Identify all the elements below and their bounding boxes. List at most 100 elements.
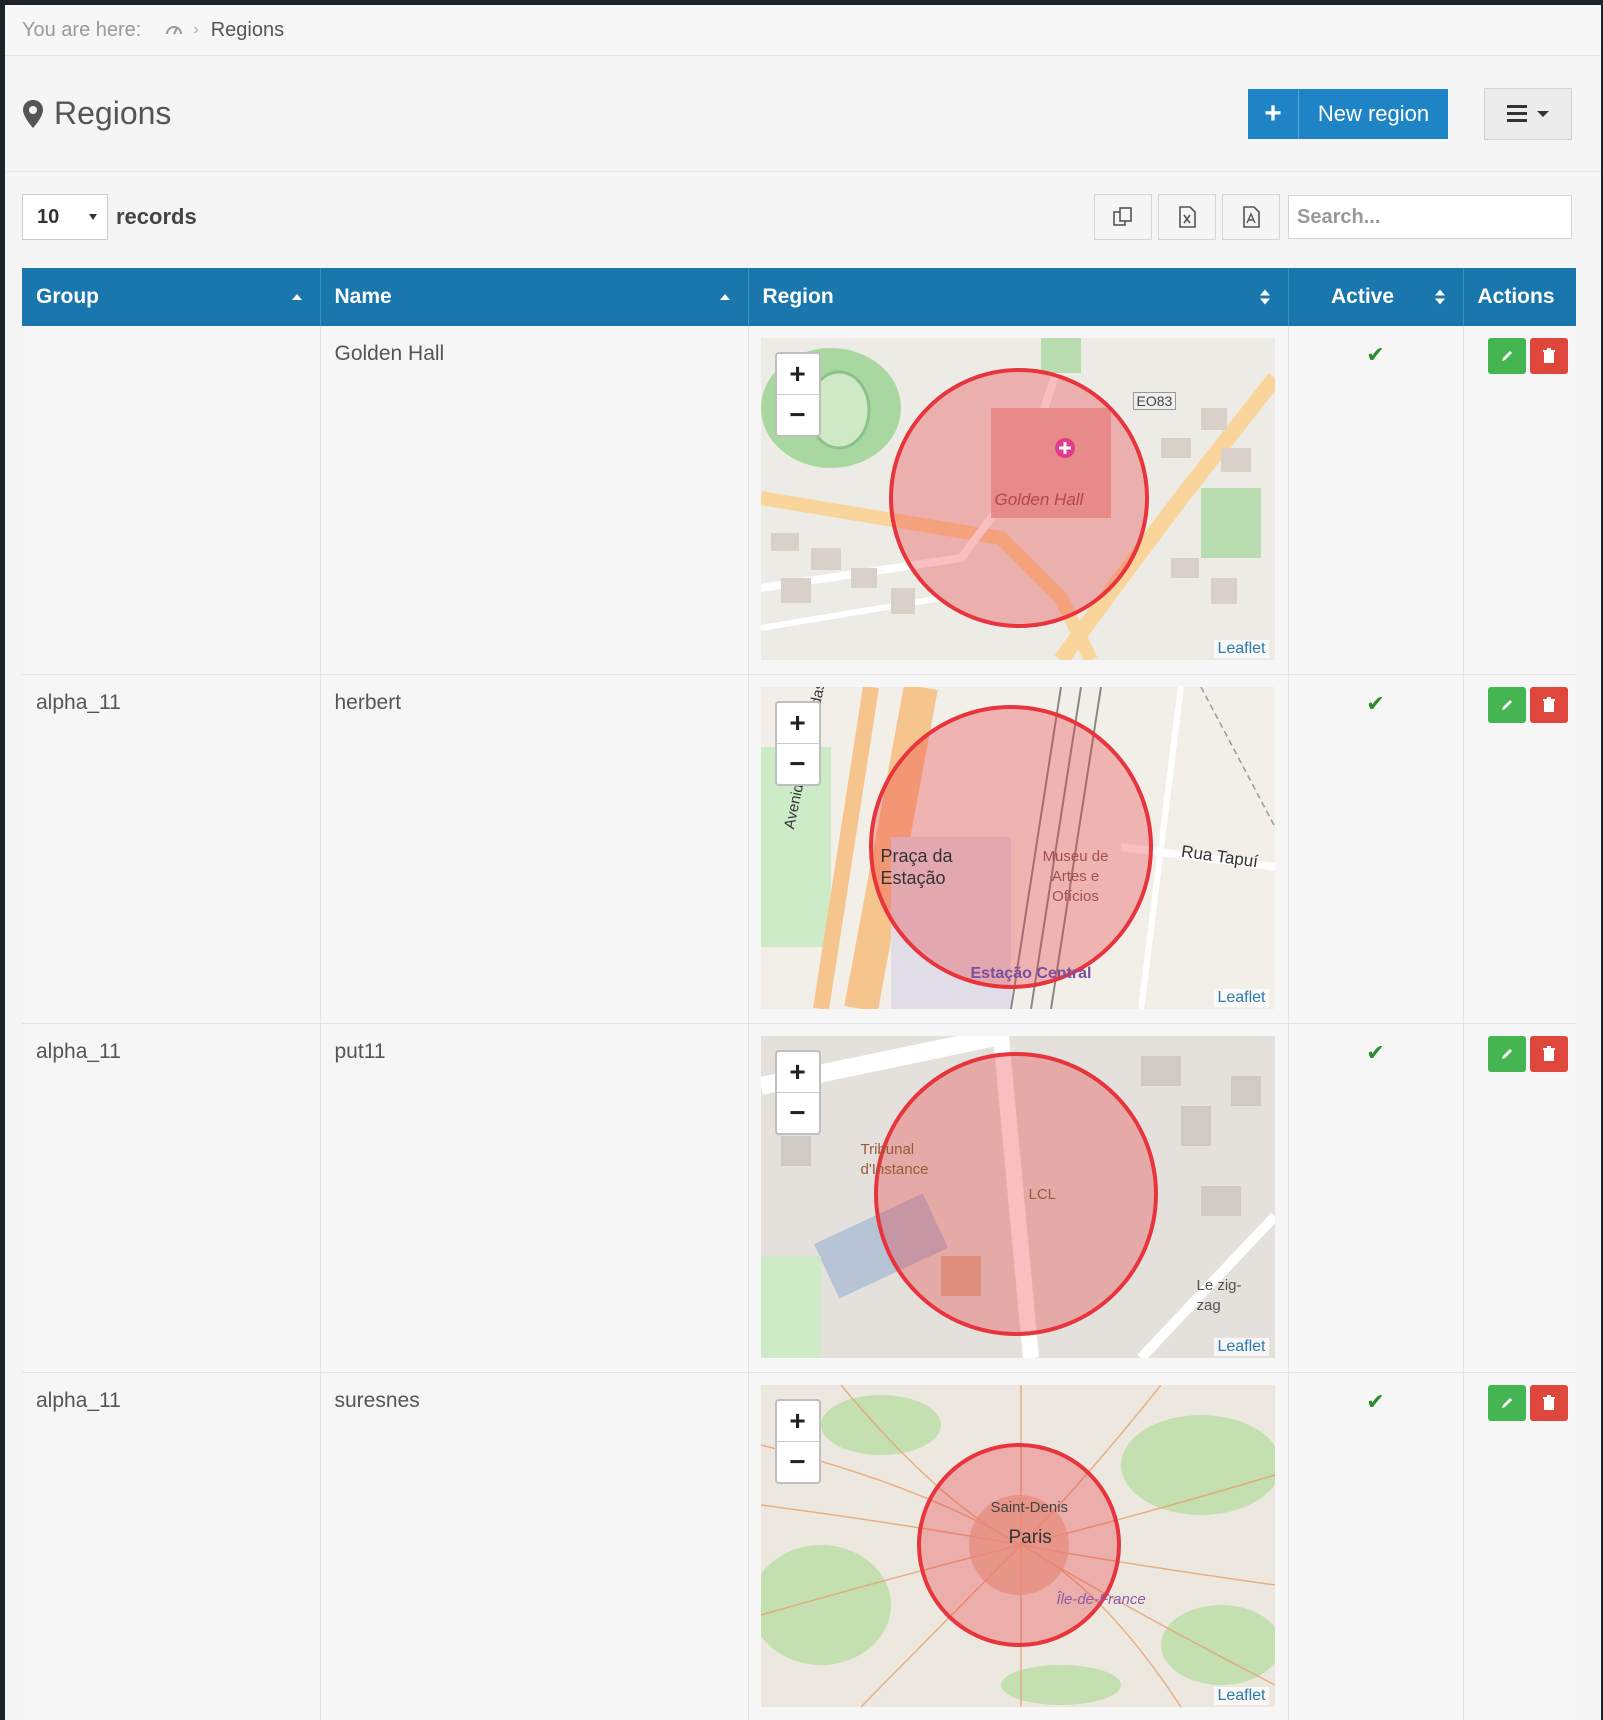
trash-icon <box>1542 1046 1555 1061</box>
column-header-label: Region <box>762 285 834 308</box>
zoom-out-button[interactable]: − <box>777 1093 819 1133</box>
trash-icon <box>1542 348 1555 363</box>
map-attribution[interactable]: Leaflet <box>1214 1687 1269 1705</box>
map-zoom-control: + − <box>774 352 821 437</box>
map-zoom-control: + − <box>774 701 821 786</box>
map-label: Tribunal d'Instance <box>860 1141 929 1178</box>
sort-asc-icon <box>719 294 730 300</box>
excel-export-button[interactable] <box>1158 194 1216 240</box>
page-size-select[interactable]: 10 <box>22 194 108 240</box>
copy-button[interactable] <box>1094 194 1152 240</box>
cell-name: suresnes <box>334 1389 420 1412</box>
region-map[interactable]: Tribunal d'Instance LCL Le zig-zag + − Le… <box>760 1036 1275 1358</box>
sort-both-icon <box>1259 289 1270 305</box>
zoom-in-button[interactable]: + <box>776 1401 819 1442</box>
check-icon: ✔ <box>1366 1040 1385 1065</box>
map-attribution[interactable]: Leaflet <box>1214 989 1269 1007</box>
cell-group: alpha_11 <box>36 1040 121 1063</box>
map-label: Praça da Estação <box>880 846 953 888</box>
map-zoom-control: + − <box>774 1050 821 1135</box>
map-marker-icon <box>23 99 43 128</box>
column-header-label: Group <box>36 285 99 308</box>
column-header-label: Actions <box>1477 285 1555 308</box>
page-title-text: Regions <box>54 95 172 131</box>
page-size-value: 10 <box>37 205 60 228</box>
pencil-icon <box>1501 1398 1512 1408</box>
column-header-region[interactable]: Region <box>748 268 1289 326</box>
menu-icon <box>1507 105 1527 122</box>
zoom-in-button[interactable]: + <box>776 703 819 744</box>
edit-button[interactable] <box>1487 338 1526 374</box>
page-title: Regions <box>22 95 171 132</box>
edit-button[interactable] <box>1487 1036 1526 1072</box>
column-header-group[interactable]: Group <box>22 268 321 326</box>
zoom-out-button[interactable]: − <box>777 1442 819 1482</box>
column-header-label: Active <box>1330 285 1395 308</box>
cell-group <box>22 326 320 358</box>
cell-name: herbert <box>334 691 402 714</box>
edit-button[interactable] <box>1487 1385 1526 1421</box>
delete-button[interactable] <box>1529 1385 1568 1421</box>
cell-group: alpha_11 <box>36 691 121 714</box>
table-row: alpha_11 put11 Tribunal d'Instance LCL L… <box>22 1023 1576 1373</box>
sort-both-icon <box>1434 289 1445 305</box>
page-header: Regions + New region <box>5 56 1601 172</box>
plus-icon: + <box>1248 88 1299 139</box>
breadcrumb-separator-icon: › <box>193 21 199 38</box>
pdf-export-button[interactable] <box>1222 194 1280 240</box>
table-row: Golden Hall Golden Hall EO83 + − Leaflet… <box>22 326 1576 675</box>
check-icon: ✔ <box>1366 1389 1385 1414</box>
map-attribution[interactable]: Leaflet <box>1214 1338 1269 1356</box>
map-label: Museu de Artes e Ofícios <box>1042 848 1109 905</box>
pencil-icon <box>1501 351 1512 361</box>
table-row: alpha_11 suresnes Saint-Denis Paris Île-… <box>22 1372 1576 1720</box>
column-header-name[interactable]: Name <box>320 268 749 326</box>
new-region-button[interactable]: + New region <box>1248 88 1448 139</box>
app-frame: You are here: › Regions Regions + New re… <box>5 5 1601 1720</box>
caret-down-icon <box>1537 110 1549 117</box>
pencil-icon <box>1501 700 1512 710</box>
map-attribution[interactable]: Leaflet <box>1214 640 1269 658</box>
table-row: alpha_11 herbert Praça da Estação Museu … <box>22 674 1576 1024</box>
breadcrumb: You are here: › Regions <box>5 5 1601 56</box>
map-label: Saint-Denis <box>990 1499 1069 1516</box>
region-map[interactable]: Saint-Denis Paris Île-de-France + − Leafl… <box>760 1385 1275 1707</box>
records-label: records <box>116 204 197 229</box>
cell-name: Golden Hall <box>334 342 445 365</box>
trash-icon <box>1542 697 1555 712</box>
column-header-label: Name <box>334 285 392 308</box>
region-map[interactable]: Golden Hall EO83 + − Leaflet <box>760 338 1275 660</box>
table-toolbar: 10 records <box>5 172 1601 262</box>
copy-icon <box>1113 207 1132 226</box>
edit-button[interactable] <box>1487 687 1526 723</box>
map-zoom-control: + − <box>774 1399 821 1484</box>
table-header-row: Group Name Region Active Actions <box>22 268 1576 326</box>
zoom-out-button[interactable]: − <box>777 744 819 784</box>
zoom-out-button[interactable]: − <box>777 395 819 435</box>
pdf-icon <box>1243 206 1260 228</box>
check-icon: ✔ <box>1366 691 1385 716</box>
cell-name: put11 <box>334 1040 386 1063</box>
home-icon[interactable] <box>165 20 183 41</box>
region-map[interactable]: Praça da Estação Museu de Artes e Ofício… <box>760 687 1275 1009</box>
map-label: LCL <box>1028 1186 1057 1203</box>
cell-group: alpha_11 <box>36 1389 121 1412</box>
search-input[interactable] <box>1288 195 1572 239</box>
delete-button[interactable] <box>1529 1036 1568 1072</box>
map-label: Estação Central <box>970 965 1092 982</box>
select-arrow-icon <box>89 214 97 220</box>
zoom-in-button[interactable]: + <box>776 354 819 395</box>
options-menu-button[interactable] <box>1484 87 1572 140</box>
check-icon: ✔ <box>1366 342 1385 367</box>
breadcrumb-prefix: You are here: <box>22 18 142 41</box>
zoom-in-button[interactable]: + <box>776 1052 819 1093</box>
new-region-label: New region <box>1317 100 1430 126</box>
pencil-icon <box>1501 1049 1512 1059</box>
delete-button[interactable] <box>1529 687 1568 723</box>
map-label: EO83 <box>1132 392 1177 410</box>
column-header-active[interactable]: Active <box>1288 268 1464 326</box>
delete-button[interactable] <box>1529 338 1568 374</box>
regions-table: Group Name Region Active Actions Golden … <box>22 268 1576 1720</box>
map-label: Île-de-France <box>1056 1591 1146 1608</box>
map-label: Golden Hall <box>994 490 1084 509</box>
